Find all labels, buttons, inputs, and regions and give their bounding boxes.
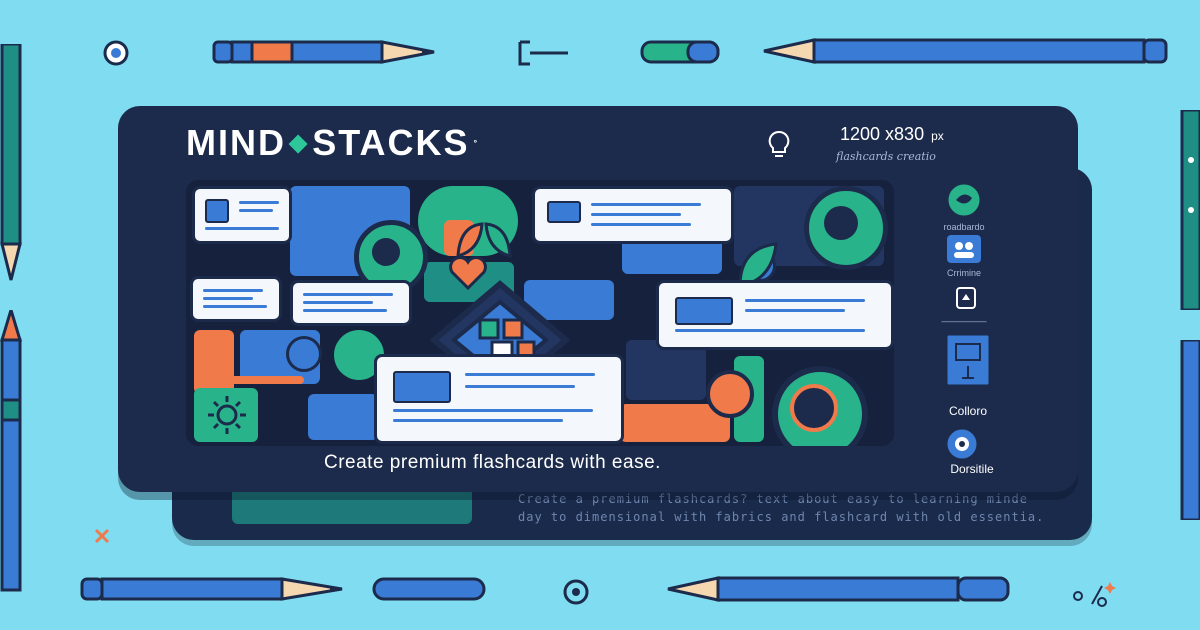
flashcard-line (203, 305, 267, 308)
mosaic-circle (286, 336, 322, 372)
mosaic-circle (790, 384, 838, 432)
leaf-icon (454, 220, 514, 265)
dimensions-unit: px (931, 129, 944, 143)
back-card-line-2: day to dimensional with fabrics and flas… (518, 510, 1045, 524)
flashcard-mosaic (186, 180, 894, 446)
pencil-icon (1180, 108, 1200, 315)
sun-icon (200, 392, 254, 443)
flashcard-line (393, 409, 593, 412)
pencil-icon (1180, 338, 1200, 525)
flashcard-line (745, 309, 845, 312)
flashcard (656, 280, 894, 350)
pencil-icon (80, 574, 350, 609)
flashcard-image (205, 199, 229, 223)
percent-icon (1072, 578, 1122, 613)
flashcard-line (239, 201, 279, 204)
pencil-icon (0, 304, 24, 605)
window-icon[interactable] (944, 332, 992, 388)
sidebar-item-label: Crrimine (946, 268, 981, 278)
flashcard-line (465, 385, 575, 388)
flashcard (532, 186, 734, 244)
back-card-line-1: Create a premium flashcards? text about … (518, 492, 1028, 506)
back-card-thumbnail (232, 488, 472, 524)
flashcard-line (745, 299, 865, 302)
flashcard (190, 276, 282, 322)
flashcard-line (303, 309, 387, 312)
dimensions-subtitle: flashcards creatio (836, 150, 936, 163)
document-icon[interactable] (954, 286, 978, 310)
brand-name-right: STACKS (312, 122, 470, 163)
flashcard-line (303, 301, 373, 304)
sidebar-item-label: Colloro (948, 404, 987, 418)
flashcard-line (303, 293, 393, 296)
flashcard-line (393, 419, 563, 422)
leaf-icon[interactable] (944, 180, 984, 220)
target-icon (96, 38, 136, 73)
pencil-icon (372, 574, 492, 609)
lightbulb-icon (764, 128, 794, 165)
flashcard-line (205, 227, 279, 230)
mosaic-tile (308, 394, 378, 440)
flashcard-line (675, 329, 865, 332)
flashcard-image (675, 297, 733, 325)
brand-name-left: MIND (186, 122, 286, 163)
flashcard (290, 280, 412, 326)
flashcard-line (591, 203, 701, 206)
pencil-icon (640, 38, 722, 71)
mosaic-circle (706, 370, 754, 418)
flashcard (192, 186, 292, 244)
tagline: Create premium flashcards with ease. (324, 452, 661, 473)
people-icon[interactable] (946, 234, 982, 264)
flashcard (374, 354, 624, 444)
pencil-icon (0, 42, 24, 289)
pencil-icon (212, 38, 452, 71)
mosaic-tile (194, 376, 304, 384)
brand-separator-icon: ⬥ (289, 127, 310, 157)
flower-icon[interactable] (944, 426, 980, 462)
exit-icon (516, 38, 576, 73)
flashcard-line (203, 297, 253, 300)
flashcard-line (591, 223, 691, 226)
flashcard-line (465, 373, 595, 376)
dimensions-readout: 1200 x830 px (840, 124, 944, 145)
mosaic-tile (194, 330, 234, 394)
sidebar-item-label: Dorsitile (950, 462, 994, 476)
sidebar-item-label: ————— (941, 316, 987, 326)
pencil-icon (760, 34, 1170, 73)
dimensions-size: 1200 x830 (840, 124, 925, 144)
mosaic-circle (824, 206, 858, 240)
mosaic-circle (372, 238, 400, 266)
sparkle-icon (92, 526, 112, 551)
flashcard-image (547, 201, 581, 223)
flashcard-image (393, 371, 451, 403)
sidebar-item-label: roadbardo (943, 222, 985, 232)
flashcard-line (203, 289, 263, 292)
brand-registered-mark: ° (473, 138, 480, 148)
flashcard-line (239, 209, 273, 212)
brand-logo: MIND ⬥ STACKS ° (186, 122, 479, 164)
pencil-icon (664, 572, 1014, 611)
target-icon (562, 578, 590, 611)
flashcard-line (591, 213, 681, 216)
